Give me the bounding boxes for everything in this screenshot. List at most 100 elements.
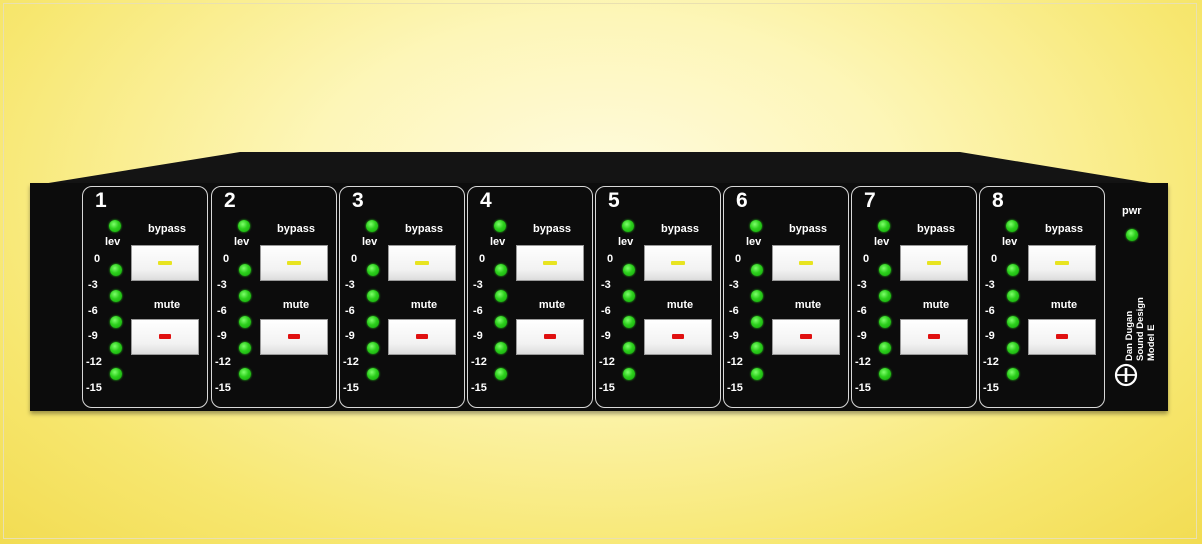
level-led-icon <box>751 316 763 328</box>
level-led-icon <box>623 290 635 302</box>
level-led-icon <box>238 220 250 232</box>
scale-label: 0 <box>351 253 358 265</box>
lev-label: lev <box>618 236 634 248</box>
bypass-button[interactable] <box>131 245 199 281</box>
mute-label: mute <box>666 299 694 311</box>
level-led-icon <box>110 316 122 328</box>
channel-number: 1 <box>95 189 107 212</box>
scale-label: -9 <box>345 330 355 342</box>
mute-button[interactable] <box>644 319 712 355</box>
bypass-button[interactable] <box>388 245 456 281</box>
level-led-icon <box>623 316 635 328</box>
level-led-icon <box>879 316 891 328</box>
level-led-icon <box>751 290 763 302</box>
scale-label: -3 <box>217 279 227 291</box>
scale-label: 0 <box>991 253 998 265</box>
scale-label: 0 <box>94 253 101 265</box>
level-led-icon <box>1007 290 1019 302</box>
mute-indicator <box>416 334 428 339</box>
level-led-icon <box>495 290 507 302</box>
mute-indicator <box>544 334 556 339</box>
level-led-icon <box>110 290 122 302</box>
scale-label: -6 <box>473 305 483 317</box>
scale-label: -6 <box>217 305 227 317</box>
level-led-icon <box>494 220 506 232</box>
scale-label: -15 <box>599 382 615 394</box>
scale-label: -3 <box>473 279 483 291</box>
bypass-button[interactable] <box>516 245 584 281</box>
mute-indicator <box>1056 334 1068 339</box>
scale-label: -12 <box>471 356 487 368</box>
scale-label: -9 <box>729 330 739 342</box>
power-label: pwr <box>1122 205 1142 217</box>
bypass-indicator <box>1055 261 1069 265</box>
scale-label: -15 <box>727 382 743 394</box>
channel-strip-8: 8 lev 0 -3 -6 -9 -12 -15 bypass mute <box>979 186 1105 408</box>
channel-number: 3 <box>352 189 364 212</box>
level-led-icon <box>110 264 122 276</box>
bypass-button[interactable] <box>772 245 840 281</box>
brand-line-3: Model E <box>1146 324 1157 361</box>
level-led-icon <box>367 264 379 276</box>
scale-label: 0 <box>223 253 230 265</box>
level-led-icon <box>239 264 251 276</box>
mute-button[interactable] <box>260 319 328 355</box>
bypass-label: bypass <box>148 223 186 235</box>
scale-label: 0 <box>863 253 870 265</box>
bypass-button[interactable] <box>900 245 968 281</box>
lev-label: lev <box>874 236 890 248</box>
mute-button[interactable] <box>1028 319 1096 355</box>
mute-button[interactable] <box>516 319 584 355</box>
level-led-icon <box>623 264 635 276</box>
level-led-icon <box>751 264 763 276</box>
level-led-icon <box>623 342 635 354</box>
level-led-icon <box>1006 220 1018 232</box>
scale-label: -12 <box>86 356 102 368</box>
mute-label: mute <box>794 299 822 311</box>
scale-label: 0 <box>735 253 742 265</box>
channel-number: 5 <box>608 189 620 212</box>
level-led-icon <box>367 316 379 328</box>
channel-number: 8 <box>992 189 1004 212</box>
level-led-icon <box>110 342 122 354</box>
rack-top-chassis <box>30 152 1168 186</box>
mute-label: mute <box>1050 299 1078 311</box>
bypass-button[interactable] <box>260 245 328 281</box>
level-led-icon <box>1007 342 1019 354</box>
channel-number: 2 <box>224 189 236 212</box>
level-led-icon <box>495 264 507 276</box>
level-led-icon <box>109 220 121 232</box>
level-led-icon <box>879 342 891 354</box>
mute-button[interactable] <box>388 319 456 355</box>
scale-label: 0 <box>479 253 486 265</box>
level-led-icon <box>495 342 507 354</box>
scale-label: -12 <box>855 356 871 368</box>
scale-label: -3 <box>985 279 995 291</box>
scale-label: -12 <box>599 356 615 368</box>
scale-label: -9 <box>601 330 611 342</box>
level-led-icon <box>367 290 379 302</box>
scale-label: -3 <box>601 279 611 291</box>
mute-label: mute <box>410 299 438 311</box>
level-led-icon <box>623 368 635 380</box>
channel-number: 7 <box>864 189 876 212</box>
mute-button[interactable] <box>131 319 199 355</box>
mute-button[interactable] <box>772 319 840 355</box>
level-led-icon <box>495 316 507 328</box>
brand-line-2: Sound Design <box>1135 297 1146 361</box>
bypass-button[interactable] <box>644 245 712 281</box>
bypass-button[interactable] <box>1028 245 1096 281</box>
mute-button[interactable] <box>900 319 968 355</box>
bypass-label: bypass <box>1045 223 1083 235</box>
channel-strip-5: 5 lev 0 -3 -6 -9 -12 -15 bypass mute <box>595 186 721 408</box>
mute-label: mute <box>153 299 181 311</box>
scale-label: -15 <box>983 382 999 394</box>
channel-number: 4 <box>480 189 492 212</box>
bypass-indicator <box>799 261 813 265</box>
scale-label: -6 <box>985 305 995 317</box>
bypass-label: bypass <box>661 223 699 235</box>
level-led-icon <box>367 342 379 354</box>
lev-label: lev <box>490 236 506 248</box>
mute-indicator <box>672 334 684 339</box>
lev-label: lev <box>362 236 378 248</box>
